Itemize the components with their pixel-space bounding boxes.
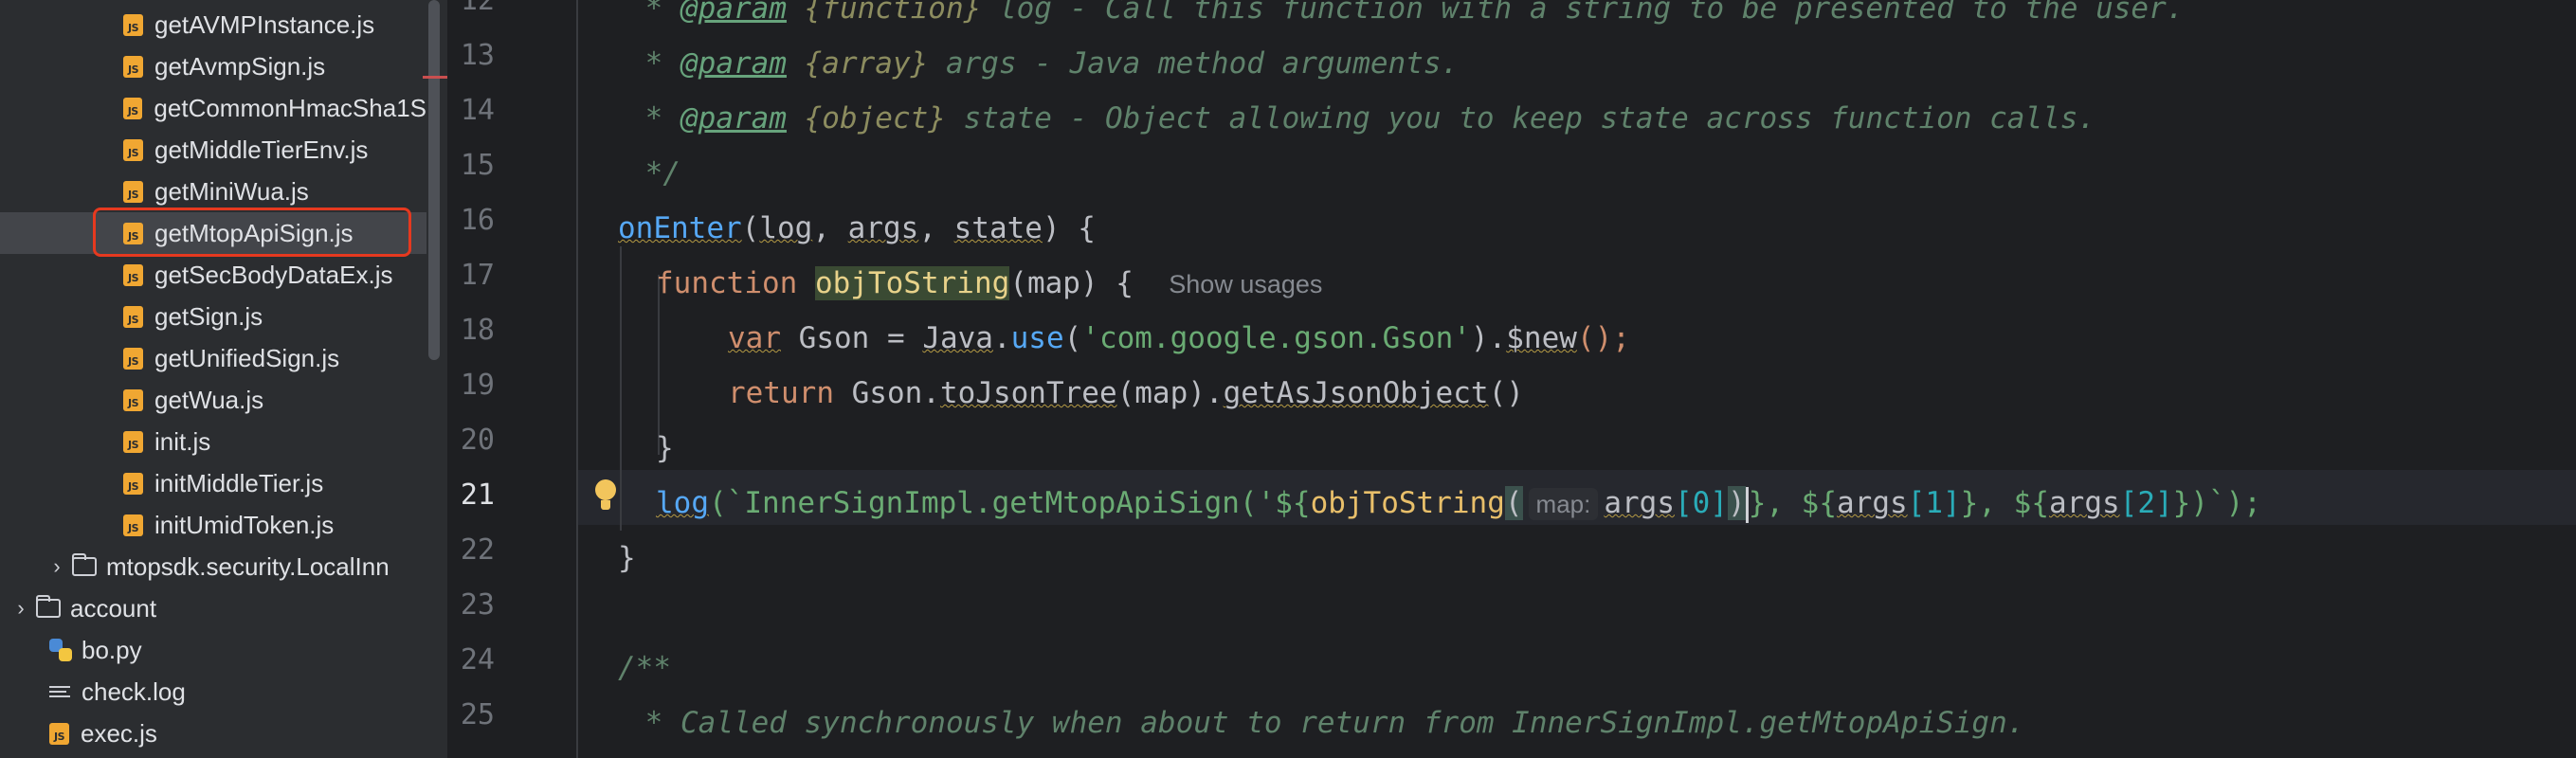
parameter-hint: map: (1528, 488, 1599, 520)
line-number: 14 (460, 94, 495, 127)
line-number: 13 (460, 39, 495, 72)
folder-icon (72, 553, 97, 576)
code-line-15: */ (627, 156, 680, 190)
selection-outline (93, 208, 411, 257)
js-file-icon: JS (123, 305, 143, 328)
tree-file-getmiddletierenv[interactable]: JS getMiddleTierEnv.js (123, 129, 447, 171)
code-line-17: function objToString(map) { Show usages (656, 266, 1323, 300)
tree-file-label: getSecBodyDataEx.js (154, 260, 393, 289)
tree-file-label: getMiddleTierEnv.js (154, 135, 369, 164)
tree-folder-mtopsdk[interactable]: › mtopsdk.security.LocalInn (45, 546, 434, 587)
code-line-21: log(`InnerSignImpl.getMtopApiSign('${obj… (656, 476, 2261, 531)
tree-file-label: initUmidToken.js (154, 510, 335, 539)
tree-file-label: getWua.js (154, 385, 264, 414)
project-tree: JS getAVMPInstance.js JS getAvmpSign.js JS… (0, 0, 447, 758)
editor-gutter: 12 13 14 15 16 17 18 19 20 21 22 23 24 2… (447, 0, 578, 758)
code-line-16: onEnter(log, args, state) { (618, 211, 1096, 245)
js-file-icon: JS (123, 388, 143, 411)
tree-file-getsign[interactable]: JS getSign.js (123, 296, 447, 337)
line-number: 12 (460, 0, 495, 17)
tree-file-exec[interactable]: JS exec.js (49, 713, 447, 754)
chevron-right-icon[interactable]: › (45, 554, 68, 579)
code-line-22: } (618, 541, 636, 575)
tree-file-getsecbodydataex[interactable]: JS getSecBodyDataEx.js (123, 254, 447, 296)
js-file-icon: JS (123, 514, 143, 536)
line-number: 15 (460, 149, 495, 182)
tree-file-init[interactable]: JS init.js (123, 421, 447, 462)
tree-file-bo[interactable]: bo.py (49, 629, 447, 671)
code-line-20: } (656, 431, 674, 465)
tree-file-label: initMiddleTier.js (154, 468, 324, 497)
line-number: 16 (460, 204, 495, 237)
python-file-icon (49, 639, 72, 661)
tree-file-label: check.log (82, 677, 186, 706)
code-line-13: * @param {array} args - Java method argu… (627, 46, 1460, 81)
tree-file-initmiddletier[interactable]: JS initMiddleTier.js (123, 462, 447, 504)
line-number: 20 (460, 424, 495, 457)
tree-folder-label: account (70, 593, 157, 623)
js-file-icon: JS (123, 347, 143, 370)
tree-folder-label: mtopsdk.security.LocalInn (106, 551, 390, 581)
tree-file-label: bo.py (82, 635, 142, 664)
tree-file-initumidtoken[interactable]: JS initUmidToken.js (123, 504, 447, 546)
js-file-icon: JS (123, 472, 143, 495)
line-number: 25 (460, 698, 495, 731)
tree-file-label: exec.js (81, 718, 157, 748)
tree-file-getavmpinstance[interactable]: JS getAVMPInstance.js (123, 4, 447, 45)
tree-file-label: init.js (154, 426, 211, 456)
code-editor[interactable]: * @param {function} log - Call this func… (578, 0, 2576, 758)
code-line-18: var Gson = Java.use('com.google.gson.Gso… (728, 321, 1630, 355)
line-number: 18 (460, 314, 495, 347)
code-line-14: * @param {object} state - Object allowin… (627, 101, 2096, 135)
js-file-icon: JS (49, 722, 69, 745)
code-line-24: /** (618, 651, 671, 685)
tree-file-getcommonhmacsha1[interactable]: JS getCommonHmacSha1S (123, 87, 426, 129)
tree-file-getminiwua[interactable]: JS getMiniWua.js (123, 171, 447, 212)
text-file-icon (49, 681, 70, 702)
tree-folder-account[interactable]: › account (9, 587, 426, 629)
js-file-icon: JS (123, 13, 143, 36)
js-file-icon: JS (123, 180, 143, 203)
tree-file-label: getUnifiedSign.js (154, 343, 340, 372)
code-line-12: * @param {function} log - Call this func… (627, 0, 2185, 26)
line-number: 22 (460, 533, 495, 567)
tree-file-label: getMiniWua.js (154, 176, 309, 206)
js-file-icon: JS (123, 55, 143, 78)
folder-icon (36, 595, 61, 618)
error-marker (423, 76, 447, 79)
js-file-icon: JS (123, 97, 143, 119)
tree-file-label: getSign.js (154, 301, 263, 331)
tree-file-getunifiedsign[interactable]: JS getUnifiedSign.js (123, 337, 447, 379)
tree-file-label: getCommonHmacSha1S (154, 93, 426, 122)
line-number: 19 (460, 369, 495, 402)
tree-file-getwua[interactable]: JS getWua.js (123, 379, 447, 421)
tree-file-label: getAVMPInstance.js (154, 9, 375, 39)
tree-file-label: getAvmpSign.js (154, 51, 326, 81)
line-number: 23 (460, 588, 495, 622)
line-number: 17 (460, 259, 495, 292)
show-usages-link[interactable]: Show usages (1169, 270, 1322, 298)
js-file-icon: JS (123, 138, 143, 161)
line-number-current: 21 (460, 478, 495, 512)
code-line-25: * Called synchronously when about to ret… (627, 706, 2025, 740)
indent-guide (620, 246, 622, 531)
tree-file-check[interactable]: check.log (49, 671, 447, 713)
tree-file-getavmpsign[interactable]: JS getAvmpSign.js (123, 45, 447, 87)
chevron-right-icon[interactable]: › (9, 596, 32, 621)
js-file-icon: JS (123, 263, 143, 286)
line-number: 24 (460, 643, 495, 677)
js-file-icon: JS (123, 430, 143, 453)
code-line-19: return Gson.toJsonTree(map).getAsJsonObj… (728, 376, 1524, 410)
